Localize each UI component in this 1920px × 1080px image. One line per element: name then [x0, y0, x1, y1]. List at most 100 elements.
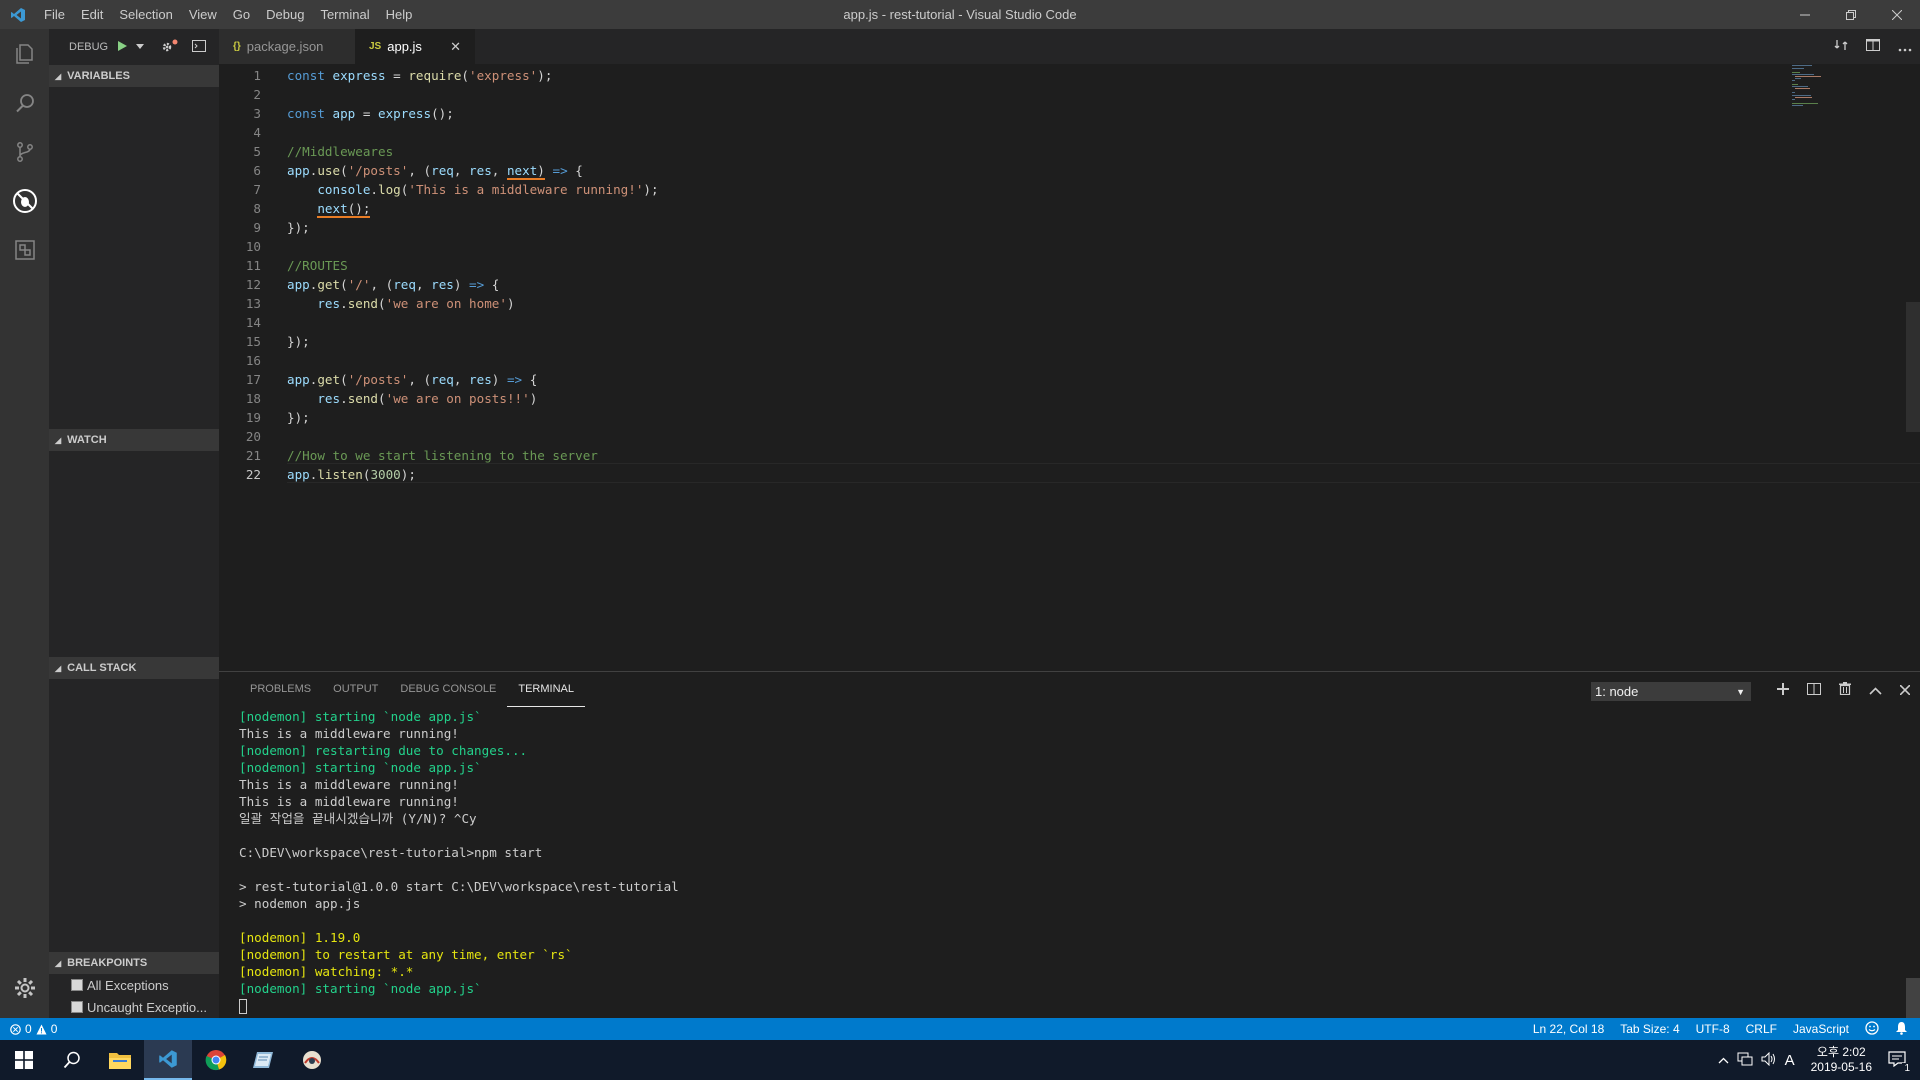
- menu-file[interactable]: File: [36, 0, 73, 29]
- notifications-button[interactable]: [1895, 1021, 1908, 1038]
- clock[interactable]: 오후 2:02 2019-05-16: [1811, 1045, 1872, 1075]
- collapse-triangle-icon: ◢: [55, 663, 62, 673]
- split-terminal-button[interactable]: [1807, 682, 1821, 698]
- show-hidden-icons-button[interactable]: [1718, 1053, 1729, 1067]
- tab-terminal[interactable]: TERMINAL: [507, 672, 585, 707]
- maximize-panel-button[interactable]: [1869, 682, 1882, 698]
- watch-section-header[interactable]: ◢ WATCH: [49, 429, 219, 451]
- close-tab-button[interactable]: ✕: [450, 39, 461, 55]
- menu-view[interactable]: View: [181, 0, 225, 29]
- notepad-icon: [253, 1052, 273, 1068]
- network-button[interactable]: [1737, 1052, 1753, 1069]
- code-editor[interactable]: 1 const express = require('express'); 2 3 co…: [219, 64, 1920, 671]
- extensions-button[interactable]: [0, 225, 49, 274]
- debug-console-button[interactable]: [192, 39, 207, 55]
- cursor-position[interactable]: Ln 22, Col 18: [1533, 1022, 1604, 1036]
- breakpoint-all-exceptions[interactable]: All Exceptions: [71, 974, 169, 996]
- problems-status[interactable]: 0 0: [0, 1022, 57, 1036]
- more-actions-button[interactable]: [1898, 39, 1912, 55]
- start-button[interactable]: [0, 1040, 48, 1080]
- terminal-output[interactable]: [nodemon] starting `node app.js` This is …: [239, 708, 679, 1014]
- status-bar: 0 0 Ln 22, Col 18 Tab Size: 4 UTF-8 CRLF…: [0, 1018, 1920, 1040]
- tab-size[interactable]: Tab Size: 4: [1620, 1022, 1679, 1036]
- action-center-button[interactable]: 1: [1888, 1050, 1912, 1074]
- line-number: 6: [253, 163, 261, 178]
- menu-go[interactable]: Go: [225, 0, 258, 29]
- line-number: 21: [245, 448, 261, 463]
- taskbar-search-button[interactable]: [48, 1040, 96, 1080]
- encoding[interactable]: UTF-8: [1696, 1022, 1730, 1036]
- explorer-button[interactable]: [0, 29, 49, 78]
- new-terminal-button[interactable]: [1777, 682, 1789, 698]
- taskbar-chrome[interactable]: [192, 1040, 240, 1080]
- taskbar-app-other[interactable]: [288, 1040, 336, 1080]
- terminal-line: > nodemon app.js: [239, 896, 361, 911]
- taskbar-app-notepad[interactable]: [240, 1040, 288, 1080]
- debug-button[interactable]: [0, 176, 49, 225]
- line-ending[interactable]: CRLF: [1746, 1022, 1777, 1036]
- language-mode[interactable]: JavaScript: [1793, 1022, 1849, 1036]
- code-line: 20: [219, 427, 659, 446]
- trash-icon: [1839, 681, 1851, 695]
- line-number: 9: [253, 220, 261, 235]
- kill-terminal-button[interactable]: [1839, 681, 1851, 698]
- windows-taskbar: A 오후 2:02 2019-05-16 1: [0, 1040, 1920, 1080]
- manage-button[interactable]: [0, 963, 49, 1012]
- open-changes-button[interactable]: [1834, 38, 1848, 55]
- menu-debug[interactable]: Debug: [258, 0, 312, 29]
- line-number: 12: [245, 277, 261, 292]
- tab-output[interactable]: OUTPUT: [322, 672, 389, 707]
- taskbar-vscode[interactable]: [144, 1040, 192, 1080]
- tab-debug-console[interactable]: DEBUG CONSOLE: [389, 672, 507, 707]
- tab-app-js[interactable]: JS app.js ✕: [355, 29, 475, 64]
- code-line: 19});: [219, 408, 659, 427]
- debug-config-dropdown[interactable]: [136, 41, 145, 53]
- terminal-line: [nodemon] to restart at any time, enter …: [239, 947, 573, 962]
- minimap[interactable]: [1790, 64, 1850, 114]
- call-stack-section-header[interactable]: ◢ CALL STACK: [49, 657, 219, 679]
- terminal-line: [nodemon] restarting due to changes...: [239, 743, 528, 758]
- menu-terminal[interactable]: Terminal: [312, 0, 377, 29]
- feedback-button[interactable]: [1865, 1020, 1879, 1038]
- code-line: 4: [219, 123, 659, 142]
- tab-problems[interactable]: PROBLEMS: [239, 672, 322, 707]
- system-tray: A 오후 2:02 2019-05-16 1: [1718, 1040, 1920, 1080]
- checkbox[interactable]: [71, 1001, 83, 1013]
- breakpoints-section-header[interactable]: ◢ BREAKPOINTS: [49, 952, 219, 974]
- line-number: 20: [245, 429, 261, 444]
- close-window-button[interactable]: [1874, 0, 1920, 29]
- editor-tab-bar: {} package.json JS app.js ✕: [219, 29, 1920, 64]
- terminal-scrollbar[interactable]: [1906, 978, 1920, 1018]
- search-button[interactable]: [0, 78, 49, 127]
- checkbox[interactable]: [71, 979, 83, 991]
- code-line: 3 const app = express();: [219, 104, 659, 123]
- code-text: app.listen(3000);: [287, 467, 416, 482]
- editor-scrollbar[interactable]: [1906, 302, 1920, 432]
- gear-icon: [162, 39, 178, 51]
- menu-edit[interactable]: Edit: [73, 0, 111, 29]
- code-text: //How to we start listening to the serve…: [287, 448, 598, 463]
- taskbar-file-explorer[interactable]: [96, 1040, 144, 1080]
- debug-settings-button[interactable]: [160, 38, 178, 57]
- ime-indicator[interactable]: A: [1785, 1052, 1795, 1069]
- breakpoint-label: All Exceptions: [87, 977, 169, 993]
- variables-section-header[interactable]: ◢ VARIABLES: [49, 65, 219, 87]
- split-editor-button[interactable]: [1866, 38, 1880, 55]
- menu-selection[interactable]: Selection: [111, 0, 180, 29]
- source-control-button[interactable]: [0, 127, 49, 176]
- terminal-select-dropdown[interactable]: 1: node ▼: [1591, 682, 1751, 701]
- close-panel-button[interactable]: [1899, 682, 1911, 698]
- breakpoint-uncaught-exceptions[interactable]: Uncaught Exceptio...: [71, 996, 207, 1018]
- tab-label: app.js: [387, 39, 422, 54]
- restore-button[interactable]: [1828, 0, 1874, 29]
- tab-package-json[interactable]: {} package.json: [219, 29, 355, 64]
- start-debugging-button[interactable]: [116, 40, 128, 55]
- code-text: res.send('we are on home'): [317, 296, 515, 311]
- menu-help[interactable]: Help: [378, 0, 421, 29]
- volume-button[interactable]: [1761, 1051, 1777, 1069]
- minimize-button[interactable]: [1782, 0, 1828, 29]
